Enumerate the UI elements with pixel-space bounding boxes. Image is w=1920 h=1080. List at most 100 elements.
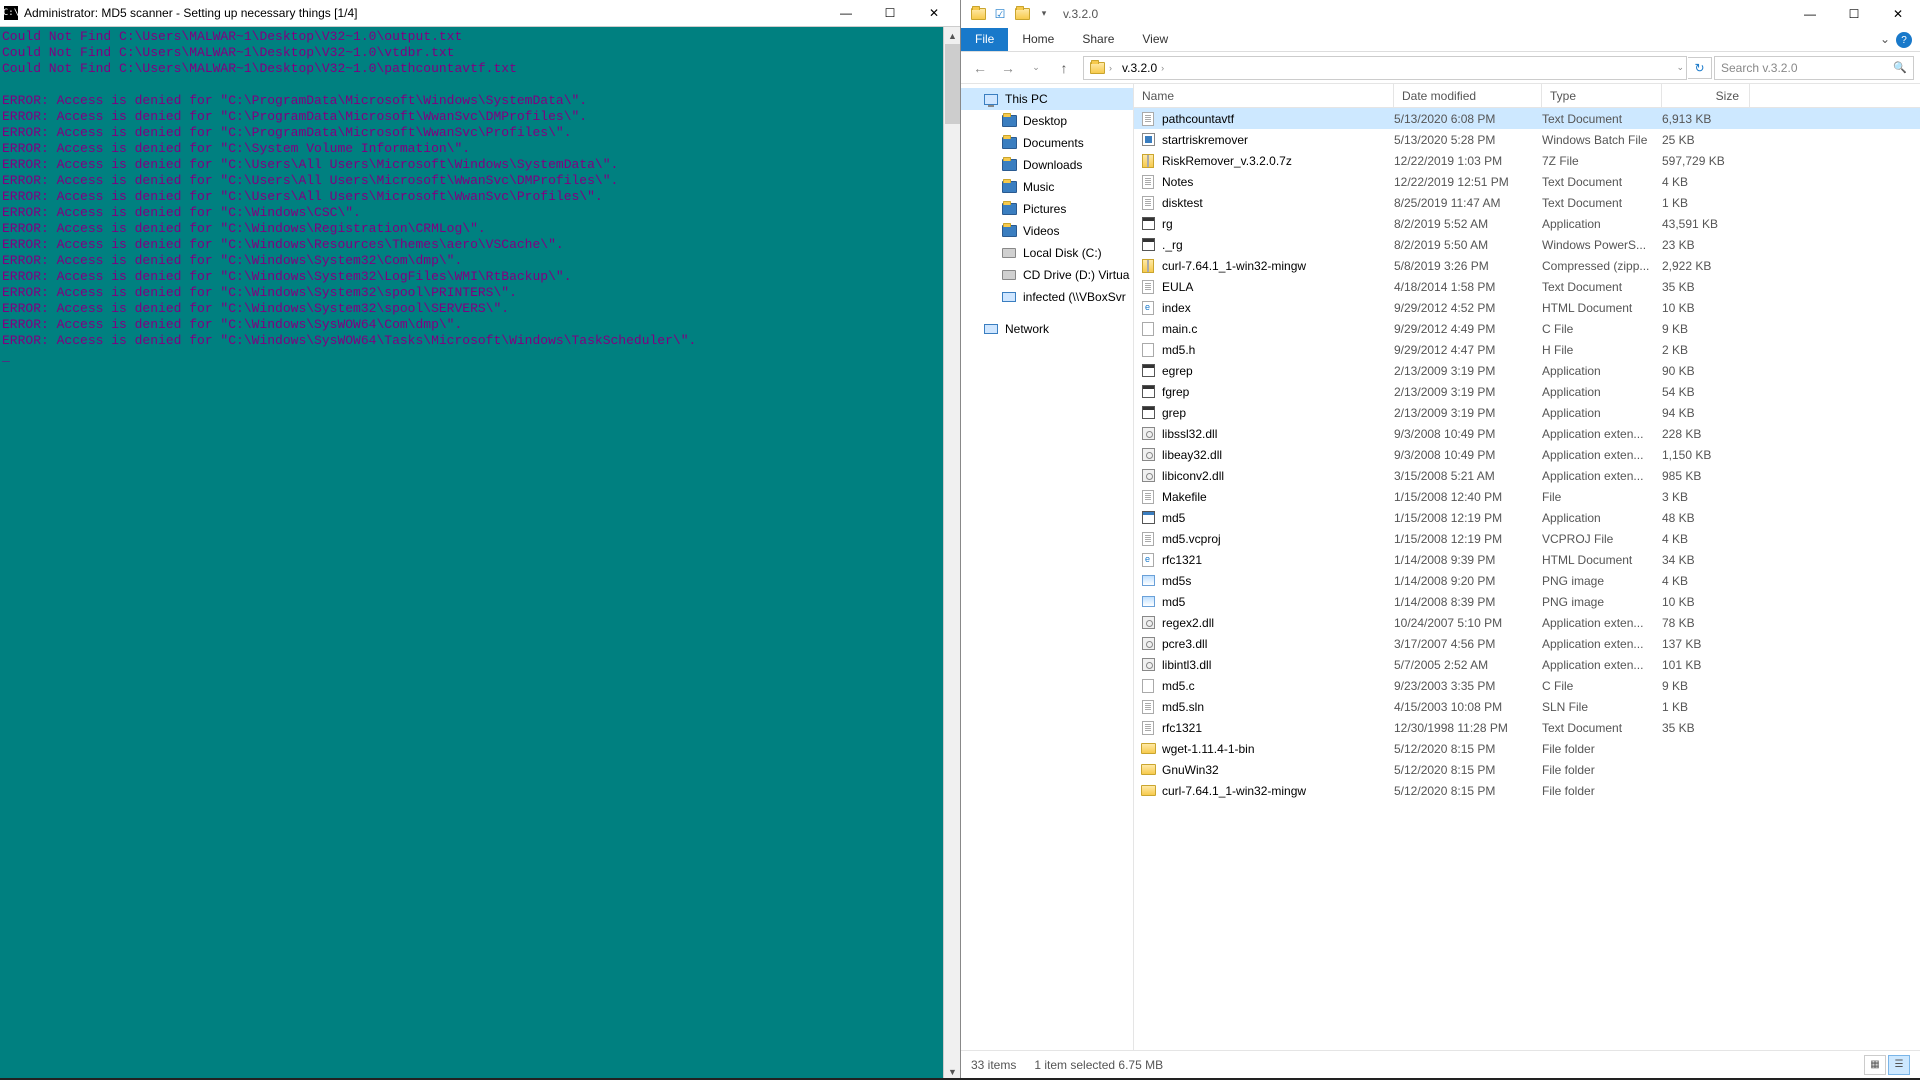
nav-item[interactable]: Videos — [961, 220, 1133, 242]
table-row[interactable]: Makefile1/15/2008 12:40 PMFile3 KB — [1134, 486, 1920, 507]
table-row[interactable]: libiconv2.dll3/15/2008 5:21 AMApplicatio… — [1134, 465, 1920, 486]
folder-icon[interactable] — [967, 3, 989, 25]
table-row[interactable]: md51/15/2008 12:19 PMApplication48 KB — [1134, 507, 1920, 528]
table-row[interactable]: grep2/13/2009 3:19 PMApplication94 KB — [1134, 402, 1920, 423]
qat-newfolder-icon[interactable] — [1011, 3, 1033, 25]
nav-item[interactable]: Music — [961, 176, 1133, 198]
nav-item[interactable]: Local Disk (C:) — [961, 242, 1133, 264]
qat-dropdown-icon[interactable]: ▾ — [1033, 3, 1055, 25]
nav-forward-button[interactable]: → — [995, 55, 1021, 81]
table-row[interactable]: rfc132112/30/1998 11:28 PMText Document3… — [1134, 717, 1920, 738]
file-name: curl-7.64.1_1-win32-mingw — [1162, 784, 1306, 798]
col-date[interactable]: Date modified — [1394, 84, 1542, 107]
table-row[interactable]: curl-7.64.1_1-win32-mingw5/12/2020 8:15 … — [1134, 780, 1920, 801]
nav-history-dropdown[interactable]: ⌄ — [1023, 55, 1049, 81]
file-date: 1/15/2008 12:19 PM — [1394, 532, 1542, 546]
view-details-button[interactable]: ☰ — [1888, 1055, 1910, 1075]
nav-item[interactable]: This PC — [961, 88, 1133, 110]
nav-item[interactable]: Documents — [961, 132, 1133, 154]
tab-view[interactable]: View — [1128, 28, 1182, 51]
ribbon-expand-icon[interactable]: ⌄ — [1880, 32, 1890, 48]
view-tiles-button[interactable]: ▦ — [1864, 1055, 1886, 1075]
nav-up-button[interactable]: ↑ — [1051, 55, 1077, 81]
console-scrollbar[interactable]: ▲ ▼ — [943, 27, 960, 1080]
table-row[interactable]: regex2.dll10/24/2007 5:10 PMApplication … — [1134, 612, 1920, 633]
console-body[interactable]: Could Not Find C:\Users\MALWAR~1\Desktop… — [0, 27, 960, 1080]
close-button[interactable]: ✕ — [912, 0, 956, 27]
table-row[interactable]: main.c9/29/2012 4:49 PMC File9 KB — [1134, 318, 1920, 339]
help-icon[interactable]: ? — [1896, 32, 1912, 48]
table-row[interactable]: ._rg8/2/2019 5:50 AMWindows PowerS...23 … — [1134, 234, 1920, 255]
table-row[interactable]: wget-1.11.4-1-bin5/12/2020 8:15 PMFile f… — [1134, 738, 1920, 759]
nav-item[interactable]: Pictures — [961, 198, 1133, 220]
minimize-button[interactable]: — — [824, 0, 868, 27]
table-row[interactable]: pcre3.dll3/17/2007 4:56 PMApplication ex… — [1134, 633, 1920, 654]
table-row[interactable]: EULA4/18/2014 1:58 PMText Document35 KB — [1134, 276, 1920, 297]
cmd-icon: C:\ — [4, 6, 18, 20]
table-row[interactable]: egrep2/13/2009 3:19 PMApplication90 KB — [1134, 360, 1920, 381]
nav-item[interactable]: Downloads — [961, 154, 1133, 176]
column-headers[interactable]: Name Date modified Type Size — [1134, 84, 1920, 108]
nav-item[interactable]: CD Drive (D:) Virtua — [961, 264, 1133, 286]
table-row[interactable]: md5.sln4/15/2003 10:08 PMSLN File1 KB — [1134, 696, 1920, 717]
tab-share[interactable]: Share — [1068, 28, 1128, 51]
explorer-titlebar[interactable]: ☑ ▾ v.3.2.0 — ☐ ✕ — [961, 0, 1920, 27]
file-size: 35 KB — [1662, 280, 1750, 294]
breadcrumb-dropdown-icon[interactable]: ⌄ — [1676, 62, 1684, 73]
table-row[interactable]: Notes12/22/2019 12:51 PMText Document4 K… — [1134, 171, 1920, 192]
scroll-up-icon[interactable]: ▲ — [944, 27, 961, 44]
nav-item[interactable]: Network — [961, 318, 1133, 340]
refresh-button[interactable]: ↻ — [1688, 57, 1712, 79]
nav-item-label: Desktop — [1023, 114, 1067, 128]
col-type[interactable]: Type — [1542, 84, 1662, 107]
table-row[interactable]: curl-7.64.1_1-win32-mingw5/8/2019 3:26 P… — [1134, 255, 1920, 276]
table-row[interactable]: disktest8/25/2019 11:47 AMText Document1… — [1134, 192, 1920, 213]
tab-home[interactable]: Home — [1008, 28, 1068, 51]
search-input[interactable]: Search v.3.2.0 🔍 — [1714, 56, 1914, 80]
table-row[interactable]: GnuWin325/12/2020 8:15 PMFile folder — [1134, 759, 1920, 780]
file-size: 9 KB — [1662, 322, 1750, 336]
file-name: wget-1.11.4-1-bin — [1162, 742, 1255, 756]
file-type: Windows PowerS... — [1542, 238, 1662, 252]
table-row[interactable]: startriskremover5/13/2020 5:28 PMWindows… — [1134, 129, 1920, 150]
file-name: Notes — [1162, 175, 1193, 189]
table-row[interactable]: pathcountavtf5/13/2020 6:08 PMText Docum… — [1134, 108, 1920, 129]
file-size: 43,591 KB — [1662, 217, 1750, 231]
navigation-pane[interactable]: This PC Desktop DocumentsDownloadsMusicPic… — [961, 84, 1134, 1050]
breadcrumb[interactable]: › v.3.2.0› ⌄ — [1083, 56, 1687, 80]
minimize-button[interactable]: — — [1788, 0, 1832, 27]
table-row[interactable]: md51/14/2008 8:39 PMPNG image10 KB — [1134, 591, 1920, 612]
table-row[interactable]: libintl3.dll5/7/2005 2:52 AMApplication … — [1134, 654, 1920, 675]
file-rows[interactable]: pathcountavtf5/13/2020 6:08 PMText Docum… — [1134, 108, 1920, 1050]
file-size: 4 KB — [1662, 175, 1750, 189]
table-row[interactable]: md5.h9/29/2012 4:47 PMH File2 KB — [1134, 339, 1920, 360]
nav-item[interactable]: infected (\\VBoxSvr — [961, 286, 1133, 308]
table-row[interactable]: md5s1/14/2008 9:20 PMPNG image4 KB — [1134, 570, 1920, 591]
console-titlebar[interactable]: C:\ Administrator: MD5 scanner - Setting… — [0, 0, 960, 27]
table-row[interactable]: libeay32.dll9/3/2008 10:49 PMApplication… — [1134, 444, 1920, 465]
col-size[interactable]: Size — [1662, 84, 1750, 107]
nav-item[interactable]: Desktop — [961, 110, 1133, 132]
close-button[interactable]: ✕ — [1876, 0, 1920, 27]
file-icon — [1140, 468, 1156, 484]
file-icon — [1140, 762, 1156, 778]
maximize-button[interactable]: ☐ — [868, 0, 912, 27]
table-row[interactable]: rg8/2/2019 5:52 AMApplication43,591 KB — [1134, 213, 1920, 234]
file-name: libeay32.dll — [1162, 448, 1222, 462]
table-row[interactable]: md5.vcproj1/15/2008 12:19 PMVCPROJ File4… — [1134, 528, 1920, 549]
table-row[interactable]: libssl32.dll9/3/2008 10:49 PMApplication… — [1134, 423, 1920, 444]
qat-properties-icon[interactable]: ☑ — [989, 3, 1011, 25]
table-row[interactable]: RiskRemover_v.3.2.0.7z12/22/2019 1:03 PM… — [1134, 150, 1920, 171]
table-row[interactable]: fgrep2/13/2009 3:19 PMApplication54 KB — [1134, 381, 1920, 402]
breadcrumb-segment[interactable]: v.3.2.0 — [1122, 61, 1157, 75]
tab-file[interactable]: File — [961, 28, 1008, 51]
table-row[interactable]: rfc13211/14/2008 9:39 PMHTML Document34 … — [1134, 549, 1920, 570]
col-name[interactable]: Name — [1134, 84, 1394, 107]
folder-icon — [1001, 113, 1017, 129]
scroll-thumb[interactable] — [945, 44, 960, 124]
table-row[interactable]: md5.c9/23/2003 3:35 PMC File9 KB — [1134, 675, 1920, 696]
nav-back-button[interactable]: ← — [967, 55, 993, 81]
table-row[interactable]: index9/29/2012 4:52 PMHTML Document10 KB — [1134, 297, 1920, 318]
maximize-button[interactable]: ☐ — [1832, 0, 1876, 27]
file-date: 1/15/2008 12:40 PM — [1394, 490, 1542, 504]
